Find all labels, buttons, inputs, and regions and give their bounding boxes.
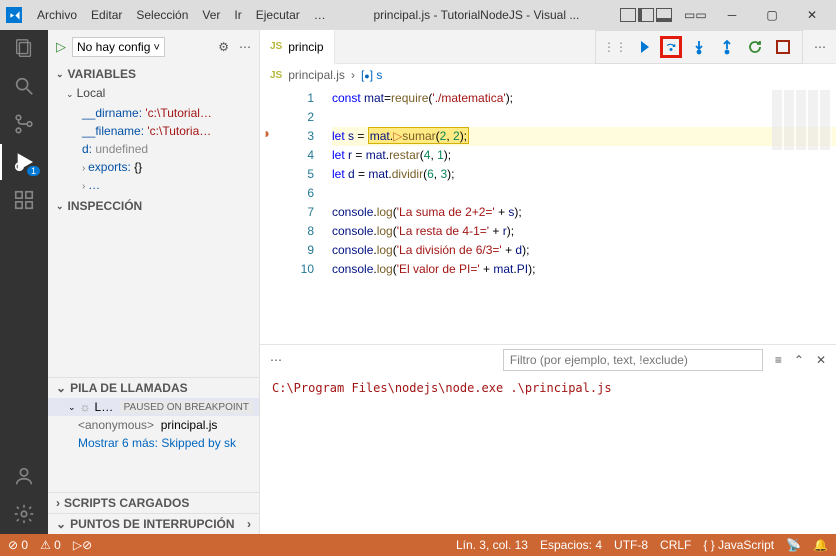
- var-exports[interactable]: › exports: {}: [68, 158, 259, 176]
- status-feedback-icon[interactable]: 📡: [786, 538, 801, 552]
- account-icon[interactable]: [12, 464, 36, 488]
- code-editor[interactable]: ◗ 12345678910 const mat=require('./matem…: [260, 86, 836, 344]
- js-file-icon: JS: [270, 41, 282, 52]
- step-into-button[interactable]: [688, 36, 710, 58]
- panel-more-icon[interactable]: ⋯: [270, 353, 282, 367]
- layout-icons[interactable]: ▭▭: [620, 8, 700, 22]
- var-more[interactable]: › …: [68, 176, 259, 194]
- source-control-icon[interactable]: [12, 112, 36, 136]
- status-warnings[interactable]: ⚠ 0: [40, 538, 61, 552]
- config-gear-icon[interactable]: ⚙: [218, 40, 229, 54]
- section-callstack[interactable]: ⌄PILA DE LLAMADAS: [48, 377, 259, 398]
- continue-button[interactable]: [632, 36, 654, 58]
- debug-sidebar: ▷ No hay config ˅ ⚙ ⋯ ⌄VARIABLES ⌄ Local…: [48, 30, 260, 534]
- callstack-skipped[interactable]: Mostrar 6 más: Skipped by sk: [48, 434, 259, 452]
- config-select[interactable]: No hay config ˅: [72, 37, 165, 57]
- var-d[interactable]: d: undefined: [68, 140, 259, 158]
- section-variables[interactable]: ⌄VARIABLES: [48, 64, 259, 84]
- debug-console-panel: ⋯ ≡ ⌃ ✕ C:\Program Files\nodejs\node.exe…: [260, 344, 836, 534]
- menu-edit[interactable]: Editar: [84, 8, 129, 22]
- editor-area: JS princip ⋮⋮ ▯▯ ⋯ JS principal.js › [●]…: [260, 30, 836, 534]
- drag-handle-icon[interactable]: ⋮⋮: [604, 36, 626, 58]
- search-icon[interactable]: [12, 74, 36, 98]
- section-watch[interactable]: ⌄INSPECCIÓN: [48, 196, 259, 216]
- titlebar: Archivo Editar Selección Ver Ir Ejecutar…: [0, 0, 836, 30]
- maximize-panel-icon[interactable]: ⌃: [794, 353, 804, 367]
- filter-icon[interactable]: ≡: [775, 353, 782, 367]
- section-loaded-scripts[interactable]: ›SCRIPTS CARGADOS: [48, 492, 259, 513]
- debug-toolbar: ⋮⋮: [595, 30, 803, 64]
- status-bell-icon[interactable]: 🔔: [813, 538, 828, 552]
- filter-input[interactable]: [503, 349, 763, 371]
- status-cursor[interactable]: Lín. 3, col. 13: [456, 538, 528, 552]
- editor-tabs: JS princip ⋮⋮ ▯▯ ⋯: [260, 30, 836, 64]
- status-debug-target[interactable]: ▷⊘: [73, 538, 92, 552]
- line-numbers: 12345678910: [274, 86, 332, 344]
- close-panel-icon[interactable]: ✕: [816, 353, 826, 367]
- more-actions-icon[interactable]: ⋯: [239, 40, 251, 54]
- callstack-frame[interactable]: <anonymous> principal.js: [48, 416, 259, 434]
- var-dirname[interactable]: __dirname: 'c:\Tutorial…: [68, 104, 259, 122]
- step-over-button[interactable]: [660, 36, 682, 58]
- more-tab-actions-icon[interactable]: ⋯: [814, 40, 826, 54]
- extensions-icon[interactable]: [12, 188, 36, 212]
- status-eol[interactable]: CRLF: [660, 538, 691, 552]
- var-filename[interactable]: __filename: 'c:\Tutoria…: [68, 122, 259, 140]
- debug-console-output[interactable]: C:\Program Files\nodejs\node.exe .\princ…: [260, 375, 836, 534]
- status-language[interactable]: { } JavaScript: [703, 538, 774, 552]
- window-title: principal.js - TutorialNodeJS - Visual .…: [333, 8, 620, 22]
- step-out-button[interactable]: [716, 36, 738, 58]
- explorer-icon[interactable]: [12, 36, 36, 60]
- tab-principal[interactable]: JS princip: [260, 30, 335, 64]
- status-bar: ⊘ 0 ⚠ 0 ▷⊘ Lín. 3, col. 13 Espacios: 4 U…: [0, 534, 836, 556]
- menu-view[interactable]: Ver: [195, 8, 227, 22]
- scope-local[interactable]: ⌄ Local: [48, 84, 259, 102]
- menu-run[interactable]: Ejecutar: [249, 8, 307, 22]
- start-debug-button[interactable]: ▷: [56, 39, 66, 55]
- maximize-button[interactable]: ▢: [754, 1, 790, 29]
- menu-selection[interactable]: Selección: [129, 8, 195, 22]
- minimize-button[interactable]: ─: [714, 1, 750, 29]
- menu-file[interactable]: Archivo: [30, 8, 84, 22]
- debug-badge: 1: [27, 166, 40, 176]
- restart-button[interactable]: [744, 36, 766, 58]
- stop-button[interactable]: [772, 36, 794, 58]
- status-spaces[interactable]: Espacios: 4: [540, 538, 602, 552]
- vscode-icon: [6, 7, 22, 23]
- activity-bar: 1: [0, 30, 48, 534]
- breadcrumb[interactable]: JS principal.js › [●] s: [260, 64, 836, 86]
- section-breakpoints[interactable]: ⌄PUNTOS DE INTERRUPCIÓN›: [48, 513, 259, 534]
- menu-more[interactable]: …: [307, 8, 333, 22]
- menu-go[interactable]: Ir: [227, 8, 248, 22]
- settings-icon[interactable]: [12, 502, 36, 526]
- minimap[interactable]: [772, 90, 832, 150]
- run-debug-icon[interactable]: 1: [12, 150, 36, 174]
- status-errors[interactable]: ⊘ 0: [8, 538, 28, 552]
- status-encoding[interactable]: UTF-8: [614, 538, 648, 552]
- callstack-thread[interactable]: ⌄ ☼ L… PAUSED ON BREAKPOINT: [48, 398, 259, 416]
- breakpoint-current-icon[interactable]: ◗: [260, 124, 274, 143]
- js-file-icon: JS: [270, 70, 282, 81]
- close-button[interactable]: ✕: [794, 1, 830, 29]
